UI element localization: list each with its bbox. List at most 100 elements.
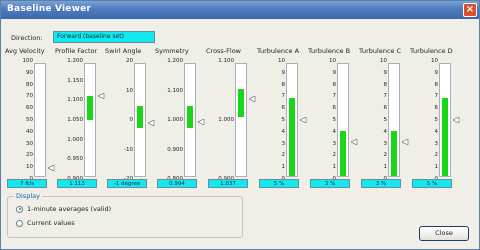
gauge-scale: 20100-10-20 [105, 58, 134, 182]
title-bar[interactable]: Baseline Viewer × [1, 1, 479, 19]
radio-label: Current values [27, 219, 75, 227]
gauge-track [184, 63, 196, 177]
tick-label: 1.100 [218, 58, 234, 64]
direction-label: Direction: [11, 34, 43, 42]
pointer-icon [48, 165, 55, 172]
gauge-track [235, 63, 247, 177]
gauge-track [337, 63, 349, 177]
tick-label: 10 [380, 58, 387, 64]
tick-label: 9 [281, 69, 286, 76]
tick-label: 1.000 [218, 117, 234, 123]
tick-label: -10 [124, 146, 133, 153]
gauge-profile-factor: Profile Factor 1.200 1.150 1.100 1.050 1.000 0… [55, 47, 107, 189]
gauge-title: Turbulence D [410, 47, 453, 55]
gauge-fill [137, 106, 143, 129]
radio-1-minute-averages[interactable]: 1-minute averages (valid) [16, 205, 111, 213]
tick-label: 7 [383, 93, 388, 100]
gauge-fill [340, 131, 346, 176]
close-button[interactable]: Close [419, 226, 469, 241]
tick-label: 50 [26, 117, 33, 123]
pointer-icon [98, 93, 105, 100]
gauge-readout: 1.037 [208, 179, 248, 188]
tick-label: 10 [431, 58, 438, 64]
close-icon[interactable]: × [463, 3, 477, 17]
radio-current-values[interactable]: Current values [16, 219, 75, 227]
window-title: Baseline Viewer [7, 4, 92, 14]
tick-label: 60 [26, 105, 33, 112]
tick-label: 1.200 [67, 58, 83, 64]
tick-label: 2 [434, 152, 439, 159]
tick-label: 8 [332, 81, 337, 88]
tick-label: 1.200 [167, 58, 183, 64]
gauge-track [34, 63, 46, 177]
gauge-fill [238, 89, 244, 118]
radio-button-icon[interactable] [16, 219, 23, 227]
tick-label: 10 [329, 58, 336, 64]
gauge-track [439, 63, 451, 177]
tick-label: 7 [281, 93, 286, 100]
tick-label: 2 [383, 152, 388, 159]
radio-label: 1-minute averages (valid) [27, 205, 112, 213]
tick-label: 3 [434, 140, 439, 147]
gauge-turbulence-d: Turbulence D1098765432105 % [410, 47, 462, 189]
gauge-track [84, 63, 96, 177]
tick-label: 9 [434, 69, 439, 76]
gauge-scale: 1009080706050403020100 [5, 58, 34, 182]
baseline-viewer-window: Baseline Viewer × Direction: Forward (ba… [0, 0, 480, 250]
display-legend: Display [14, 192, 42, 200]
pointer-icon [300, 117, 307, 123]
direction-field: Forward (baseline set) [53, 31, 155, 43]
gauge-symmetry: Symmetry1.2001.1001.0000.9000.8000.994 [155, 47, 207, 189]
gauge-scale: 109876543210 [410, 58, 439, 182]
tick-label: 40 [26, 128, 33, 135]
tick-label: 5 [434, 117, 439, 123]
tick-label: 3 [332, 140, 337, 147]
tick-label: 0 [129, 117, 134, 123]
pointer-icon [148, 119, 155, 126]
pointer-icon [453, 117, 460, 123]
tick-label: 5 [383, 117, 388, 123]
tick-label: 1.050 [67, 117, 83, 123]
gauge-cross-flow: Cross-Flow1.1001.0000.9001.037 [206, 47, 258, 189]
tick-label: 5 [281, 117, 286, 123]
tick-label: 1.100 [67, 97, 83, 104]
tick-label: 8 [281, 81, 286, 88]
gauge-turbulence-c: Turbulence C1098765432103 % [359, 47, 411, 189]
tick-label: 4 [332, 128, 337, 135]
gauge-scale: 109876543210 [257, 58, 286, 182]
tick-label: 70 [26, 93, 33, 100]
tick-label: 4 [434, 128, 439, 135]
gauge-scale: 109876543210 [359, 58, 388, 182]
gauge-turbulence-b: Turbulence B1098765432103 % [308, 47, 360, 189]
gauge-scale: 109876543210 [308, 58, 337, 182]
gauge-scale: 1.1001.0000.900 [206, 58, 234, 182]
tick-label: 1 [383, 164, 388, 171]
gauge-scale: 1.2001.1501.1001.0501.0000.9500.900 [55, 58, 83, 182]
tick-label: 4 [383, 128, 388, 135]
tick-label: 10 [126, 87, 133, 94]
pointer-icon [198, 118, 205, 125]
gauge-readout: 3 % [310, 179, 350, 188]
tick-label: 1 [332, 164, 337, 171]
gauge-swirl-angle: Swirl Angle20100-10-20-1 degree [105, 47, 157, 189]
tick-label: 80 [26, 81, 33, 88]
gauge-fill [187, 106, 193, 129]
tick-label: 3 [383, 140, 388, 147]
tick-label: 7 [434, 93, 439, 100]
gauge-fill [442, 97, 448, 176]
gauge-fill [289, 97, 295, 176]
tick-label: 9 [332, 69, 337, 76]
gauge-readout: 5 % [259, 179, 299, 188]
tick-label: 10 [26, 164, 33, 171]
gauge-turbulence-a: Turbulence A1098765432105 % [257, 47, 309, 189]
radio-button-icon[interactable] [16, 205, 23, 213]
gauge-fill [391, 131, 397, 176]
gauge-readout: 0.994 [157, 179, 197, 188]
tick-label: 8 [434, 81, 439, 88]
gauge-avg-velocity: Avg Velocity10090807060504030201007 ft/s [5, 47, 57, 189]
gauge-readout: 3 % [361, 179, 401, 188]
tick-label: 3 [281, 140, 286, 147]
tick-label: 0.900 [167, 146, 183, 153]
gauge-readout: 7 ft/s [7, 179, 47, 188]
tick-label: 2 [281, 152, 286, 159]
